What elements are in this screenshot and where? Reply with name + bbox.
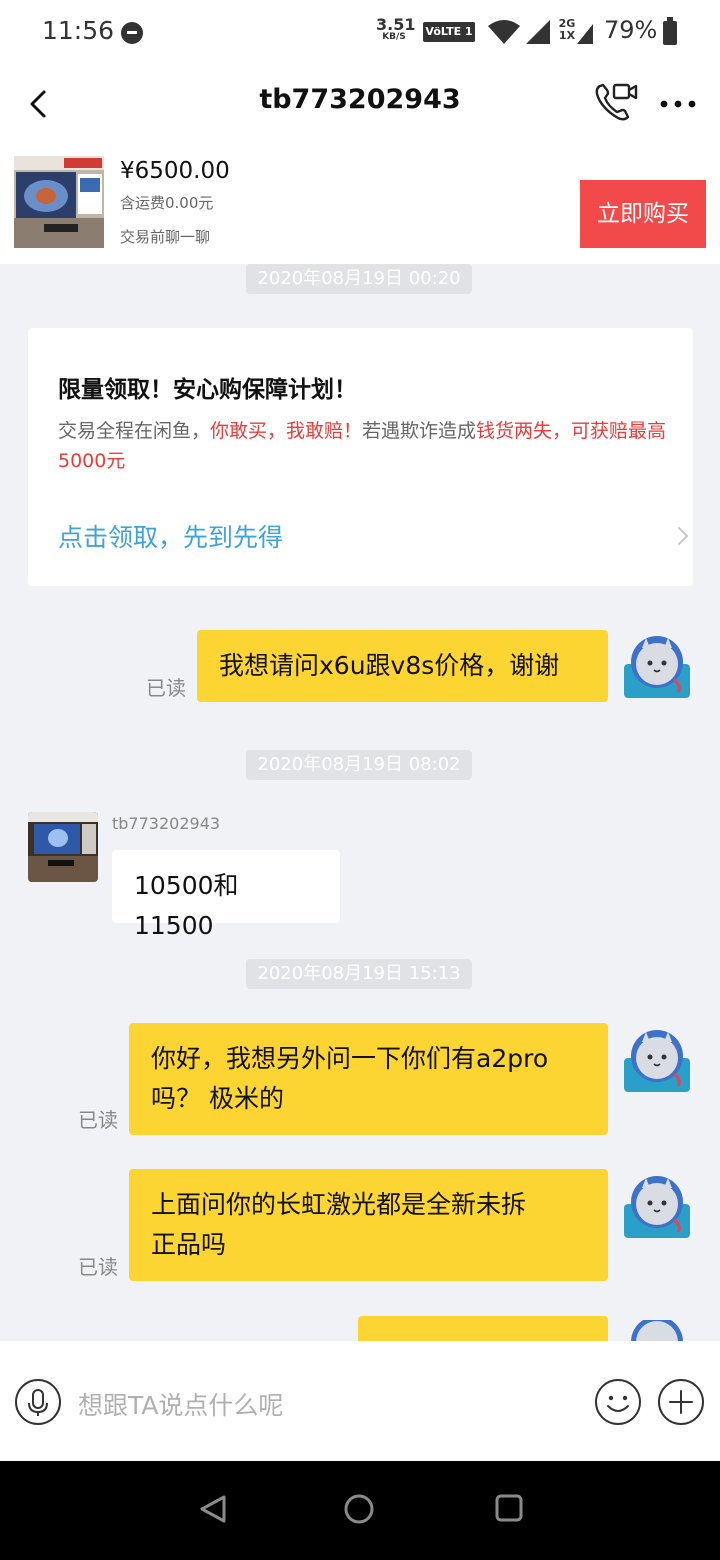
battery-icon	[663, 17, 677, 45]
message-bubble-self[interactable]: 我想请问x6u跟v8s价格，谢谢	[197, 630, 608, 702]
chat-header: tb773202943	[0, 64, 720, 144]
peer-name: tb773202943	[112, 814, 221, 833]
buy-now-button[interactable]: 立即购买	[580, 180, 706, 248]
self-avatar[interactable]	[622, 630, 692, 700]
mic-icon[interactable]	[14, 1378, 62, 1426]
read-status: 已读	[146, 676, 186, 700]
more-icon[interactable]	[658, 94, 698, 114]
product-bar[interactable]: ¥6500.00 含运费0.00元 交易前聊一聊 立即购买	[0, 144, 720, 264]
volte-badge: VöLTE 1	[423, 22, 475, 42]
system-nav-bar	[0, 1461, 720, 1560]
input-bar	[0, 1341, 720, 1461]
video-call-icon[interactable]	[592, 80, 640, 124]
message-line: 吗？ 极米的	[151, 1084, 284, 1113]
message-line: 正品吗	[151, 1230, 227, 1259]
message-bubble-peer[interactable]: 10500和11500	[112, 850, 340, 940]
chevron-right-icon[interactable]	[674, 522, 692, 550]
timestamp: 2020年08月19日 08:02	[246, 750, 472, 780]
card-body-text-2: 若遇欺诈造成	[362, 420, 477, 442]
product-tip: 交易前聊一聊	[120, 228, 211, 246]
battery-percent: 79%	[604, 16, 658, 44]
message-input[interactable]	[78, 1385, 578, 1425]
product-thumbnail[interactable]	[14, 156, 104, 248]
network-speed-value: 3.51	[376, 15, 416, 34]
signal-icon	[526, 20, 550, 44]
message-bubble-self[interactable]: 上面问你的长虹激光都是全新未拆 正品吗	[129, 1169, 608, 1281]
self-avatar-partial[interactable]	[622, 1320, 692, 1342]
nav-back-icon[interactable]	[198, 1493, 228, 1525]
message-line: 上面问你的长虹激光都是全新未拆	[151, 1190, 527, 1219]
notification-chat-icon	[121, 22, 143, 44]
status-bar: 11:56 3.51 KB/S VöLTE 1 2G 1X 79%	[0, 0, 720, 64]
product-price: ¥6500.00	[120, 158, 230, 184]
card-body: 交易全程在闲鱼，你敢买，我敢赔！若遇欺诈造成钱货两失，可获赔最高5000元	[58, 416, 668, 476]
network-speed-unit: KB/S	[382, 32, 406, 42]
card-title: 限量领取！安心购保障计划！	[58, 377, 357, 403]
signal-icon-secondary	[577, 24, 593, 44]
self-avatar[interactable]	[622, 1170, 692, 1240]
protection-plan-card[interactable]: 限量领取！安心购保障计划！ 交易全程在闲鱼，你敢买，我敢赔！若遇欺诈造成钱货两失…	[28, 328, 693, 586]
message-line: 你好，我想另外问一下你们有a2pro	[151, 1044, 549, 1073]
peer-avatar[interactable]	[28, 812, 98, 882]
read-status: 已读	[78, 1108, 118, 1132]
claim-link[interactable]: 点击领取，先到先得	[58, 518, 283, 554]
plus-icon[interactable]	[657, 1378, 705, 1426]
status-time: 11:56	[42, 16, 115, 45]
timestamp: 2020年08月19日 00:20	[246, 264, 472, 294]
emoji-icon[interactable]	[594, 1378, 642, 1426]
network-type: 2G 1X	[557, 18, 577, 42]
timestamp: 2020年08月19日 15:13	[246, 959, 472, 989]
back-icon[interactable]	[22, 86, 58, 122]
nav-home-icon[interactable]	[343, 1493, 375, 1525]
self-avatar[interactable]	[622, 1024, 692, 1094]
wifi-icon	[488, 20, 520, 44]
card-body-highlight: 你敢买，我敢赔！	[210, 420, 363, 442]
product-shipping: 含运费0.00元	[120, 194, 214, 212]
card-body-text: 交易全程在闲鱼，	[58, 420, 211, 442]
network-1x-label: 1X	[558, 29, 576, 42]
network-speed: 3.51 KB/S	[376, 15, 416, 42]
page-title: tb773202943	[259, 84, 461, 115]
nav-recent-icon[interactable]	[494, 1493, 524, 1523]
message-bubble-self[interactable]: 你好，我想另外问一下你们有a2pro 吗？ 极米的	[129, 1023, 608, 1135]
read-status: 已读	[78, 1255, 118, 1279]
